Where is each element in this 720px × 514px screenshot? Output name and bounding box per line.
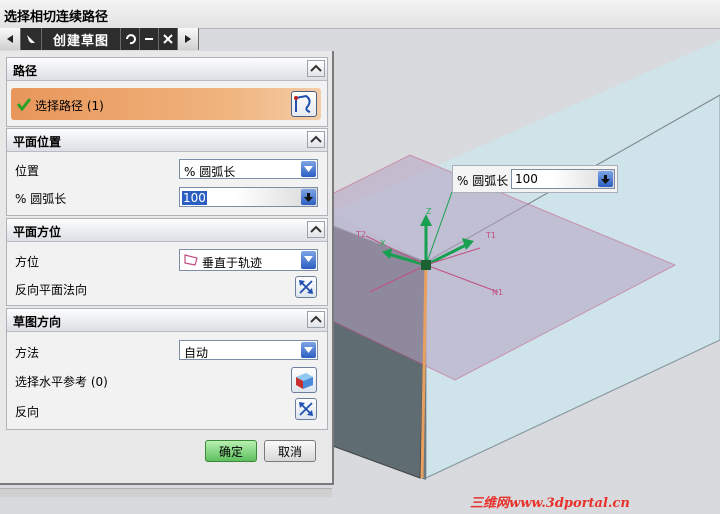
reverse-direction-button[interactable] xyxy=(295,398,317,420)
chevron-up-icon xyxy=(310,225,322,233)
arc-length-input[interactable]: 100 xyxy=(179,187,318,207)
chevron-right-icon xyxy=(185,35,191,43)
close-icon xyxy=(163,34,173,44)
ok-button[interactable]: 确定 xyxy=(205,440,257,462)
path-section: 路径 选择路径 (1) xyxy=(6,57,328,127)
plane-orientation-title: 平面方位 xyxy=(13,225,62,239)
position-label: 位置 xyxy=(15,164,40,178)
orientation-label: 方位 xyxy=(15,255,40,269)
close-button[interactable] xyxy=(159,28,178,50)
path-section-title: 路径 xyxy=(13,64,38,78)
curve-icon xyxy=(294,94,311,113)
axis-z-label: Z xyxy=(426,207,432,216)
minimize-button[interactable] xyxy=(140,28,159,50)
method-value: 自动 xyxy=(184,346,209,360)
value-menu-button[interactable] xyxy=(301,189,316,205)
select-path-label: 选择路径 (1) xyxy=(35,99,104,113)
chevron-up-icon xyxy=(310,315,322,323)
create-sketch-label: 创建草图 xyxy=(42,28,121,50)
arrow-down-icon xyxy=(304,193,313,202)
watermark: 三维网www.3dportal.cn xyxy=(470,496,630,511)
method-dropdown[interactable]: 自动 xyxy=(179,340,318,360)
select-path-row[interactable]: 选择路径 (1) xyxy=(11,88,321,120)
plane-orientation-section: 平面方位 方位 垂直于轨迹 反向平面法向 xyxy=(6,218,328,306)
minus-icon xyxy=(145,38,153,40)
panel-scrollbar[interactable] xyxy=(0,488,332,497)
arrow-down-icon xyxy=(601,175,610,184)
method-label: 方法 xyxy=(15,346,40,360)
cancel-button[interactable]: 取消 xyxy=(264,440,316,462)
reverse-normal-button[interactable] xyxy=(295,276,317,298)
horizontal-reference-button[interactable] xyxy=(291,367,317,393)
dialog-panel: 路径 选择路径 (1) 平面位置 位置 % 圆弧长 % 圆弧长 100 平面方位… xyxy=(0,51,334,485)
reverse-direction-icon xyxy=(299,280,313,294)
arrow-cursor-button[interactable] xyxy=(21,28,42,50)
orientation-value: 垂直于轨迹 xyxy=(202,256,263,270)
sketch-direction-title: 草图方向 xyxy=(13,315,62,329)
axis-n1-label: N1 xyxy=(492,288,503,297)
plane-icon xyxy=(184,254,198,266)
chevron-down-icon xyxy=(304,347,313,353)
orientation-dropdown[interactable]: 垂直于轨迹 xyxy=(179,249,318,271)
plane-orientation-header[interactable]: 平面方位 xyxy=(7,219,327,242)
value-menu-button[interactable] xyxy=(598,171,613,187)
floating-arc-length-value: 100 xyxy=(515,172,538,186)
solid-face-icon xyxy=(296,373,313,389)
floating-arc-length-field[interactable]: 100 xyxy=(511,169,615,189)
reverse-normal-label: 反向平面法向 xyxy=(15,283,88,297)
arc-length-label: % 圆弧长 xyxy=(15,192,67,206)
chevron-up-icon xyxy=(310,64,322,72)
collapse-button[interactable] xyxy=(307,311,325,328)
chevron-up-icon xyxy=(310,135,322,143)
dialog-toolbar: 创建草图 xyxy=(0,28,199,50)
dropdown-arrow[interactable] xyxy=(301,251,316,269)
floating-arc-length-label: % 圆弧长 xyxy=(457,174,509,188)
sketch-direction-header[interactable]: 草图方向 xyxy=(7,309,327,332)
back-button[interactable] xyxy=(0,28,21,50)
window-title: 选择相切连续路径 xyxy=(4,10,109,25)
curve-select-button[interactable] xyxy=(291,91,317,117)
plane-position-title: 平面位置 xyxy=(13,135,62,149)
forward-button[interactable] xyxy=(178,28,199,50)
collapse-button[interactable] xyxy=(307,131,325,148)
axis-x-label: X xyxy=(380,239,386,248)
floating-arc-length-input: % 圆弧长 100 xyxy=(452,165,618,193)
title-bar: 选择相切连续路径 xyxy=(0,0,720,29)
horizontal-reference-label: 选择水平参考 (0) xyxy=(15,375,108,389)
axis-t1-label: T1 xyxy=(485,231,496,240)
path-section-header[interactable]: 路径 xyxy=(7,58,327,81)
axis-t2-label: T2 xyxy=(355,230,366,239)
plane-position-section: 平面位置 位置 % 圆弧长 % 圆弧长 100 xyxy=(6,128,328,216)
chevron-down-icon xyxy=(304,256,313,262)
arc-length-value: 100 xyxy=(182,191,207,205)
check-icon xyxy=(17,98,31,111)
collapse-button[interactable] xyxy=(307,60,325,77)
chevron-left-icon xyxy=(7,35,13,43)
plane-position-header[interactable]: 平面位置 xyxy=(7,129,327,152)
position-dropdown[interactable]: % 圆弧长 xyxy=(179,159,318,179)
chevron-down-icon xyxy=(304,166,313,172)
sketch-direction-section: 草图方向 方法 自动 选择水平参考 (0) 反向 xyxy=(6,308,328,430)
position-value: % 圆弧长 xyxy=(184,165,236,179)
collapse-button[interactable] xyxy=(307,221,325,238)
dropdown-arrow[interactable] xyxy=(301,342,316,358)
dropdown-arrow[interactable] xyxy=(301,161,316,177)
undo-button[interactable] xyxy=(121,28,140,50)
reverse-label: 反向 xyxy=(15,405,40,419)
arrow-icon xyxy=(27,35,35,43)
undo-icon xyxy=(126,34,136,45)
reverse-direction-icon xyxy=(299,402,313,416)
